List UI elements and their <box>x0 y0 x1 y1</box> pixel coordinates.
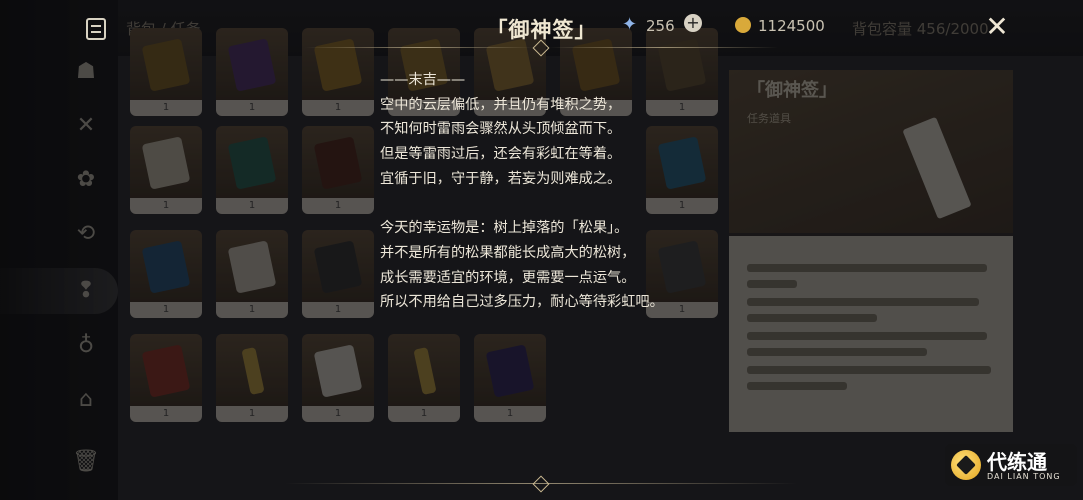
fortune-line: 所以不用给自己过多压力，耐心等待彩虹吧。 <box>380 294 664 311</box>
fortune-line: 不知何时雷雨会骤然从头顶倾盆而下。 <box>380 121 622 138</box>
footer-diamond-ornament <box>532 475 550 493</box>
watermark-name: 代练通 <box>987 450 1047 474</box>
primogem-icon: ✦ <box>622 14 638 35</box>
fortune-heading: ——末吉—— <box>380 72 466 88</box>
mora-coin-icon <box>735 17 751 33</box>
fortune-modal: 「御神签」 ✦ 256 + 1124500 ✕ ——末吉—— 空中的云层偏低，并… <box>0 0 1083 500</box>
fortune-line: 空中的云层偏低，并且仍有堆积之势， <box>380 96 622 113</box>
header-divider <box>548 47 778 48</box>
add-primogem-icon[interactable]: + <box>684 14 702 32</box>
primogem-count: 256 <box>646 17 675 35</box>
fortune-line: 宜循于旧，守于静，若妄为则难成之。 <box>380 170 622 187</box>
watermark: 代练通 DAI LIAN TONG <box>945 444 1077 486</box>
fortune-line: 但是等雷雨过后，还会有彩虹在等着。 <box>380 146 622 163</box>
fortune-text: ——末吉—— 空中的云层偏低，并且仍有堆积之势， 不知何时雷雨会骤然从头顶倾盆而… <box>380 68 740 315</box>
fortune-line: 成长需要适宜的环境，更需要一点运气。 <box>380 269 636 286</box>
fortune-line: 并不是所有的松果都能长成高大的松树， <box>380 244 636 261</box>
lucky-item-line: 今天的幸运物是：树上掉落的「松果」。 <box>380 220 629 237</box>
watermark-name-en: DAI LIAN TONG <box>987 472 1061 481</box>
watermark-logo-icon <box>951 450 981 480</box>
header-divider <box>305 47 535 48</box>
close-icon[interactable]: ✕ <box>983 13 1011 41</box>
mora-count: 1124500 <box>758 17 825 35</box>
